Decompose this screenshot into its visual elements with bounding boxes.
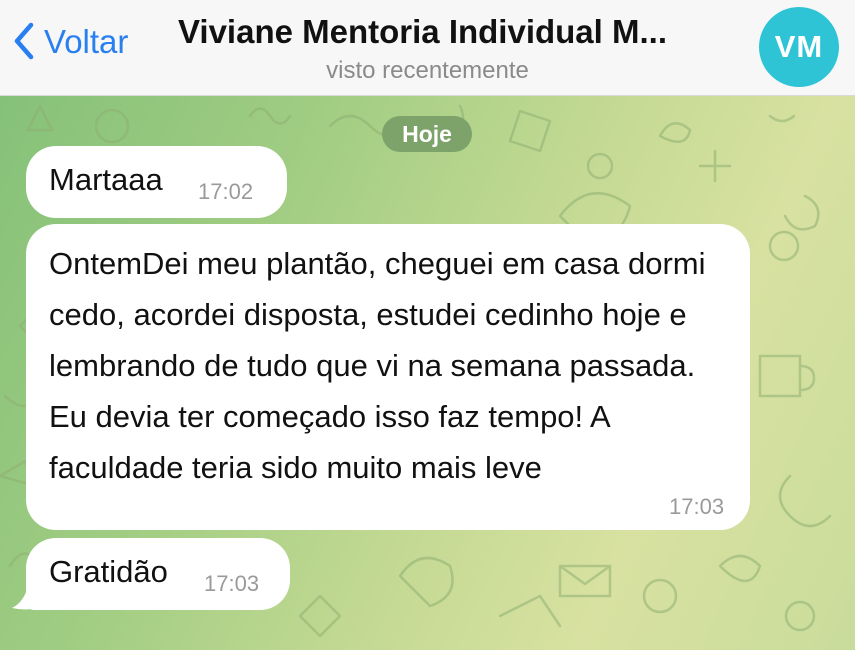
last-seen-status: visto recentemente	[326, 57, 529, 84]
chat-header: Voltar Viviane Mentoria Individual M... …	[0, 0, 855, 96]
avatar[interactable]: VM	[759, 7, 839, 87]
message-text: Martaaa	[49, 162, 163, 197]
avatar-initials: VM	[774, 29, 824, 64]
chat-title[interactable]: Viviane Mentoria Individual M...	[178, 13, 667, 50]
message-time: 17:03	[204, 571, 260, 596]
message-bubble[interactable]: Martaaa 17:02	[26, 146, 287, 218]
message-bubble[interactable]: Gratidão 17:03	[26, 538, 290, 610]
message-list[interactable]: Hoje Martaaa 17:02 OntemDei meu plantão,…	[0, 96, 855, 650]
message-text: OntemDei meu plantão, cheguei em casa do…	[49, 246, 706, 485]
chevron-left-icon	[14, 22, 34, 60]
date-separator: Hoje	[382, 116, 472, 152]
message-time: 17:02	[198, 179, 254, 204]
message-bubble[interactable]: OntemDei meu plantão, cheguei em casa do…	[26, 224, 750, 530]
back-label[interactable]: Voltar	[44, 25, 128, 58]
back-button[interactable]: Voltar	[14, 22, 128, 60]
message-time: 17:03	[669, 494, 725, 519]
message-text: Gratidão	[49, 554, 168, 589]
